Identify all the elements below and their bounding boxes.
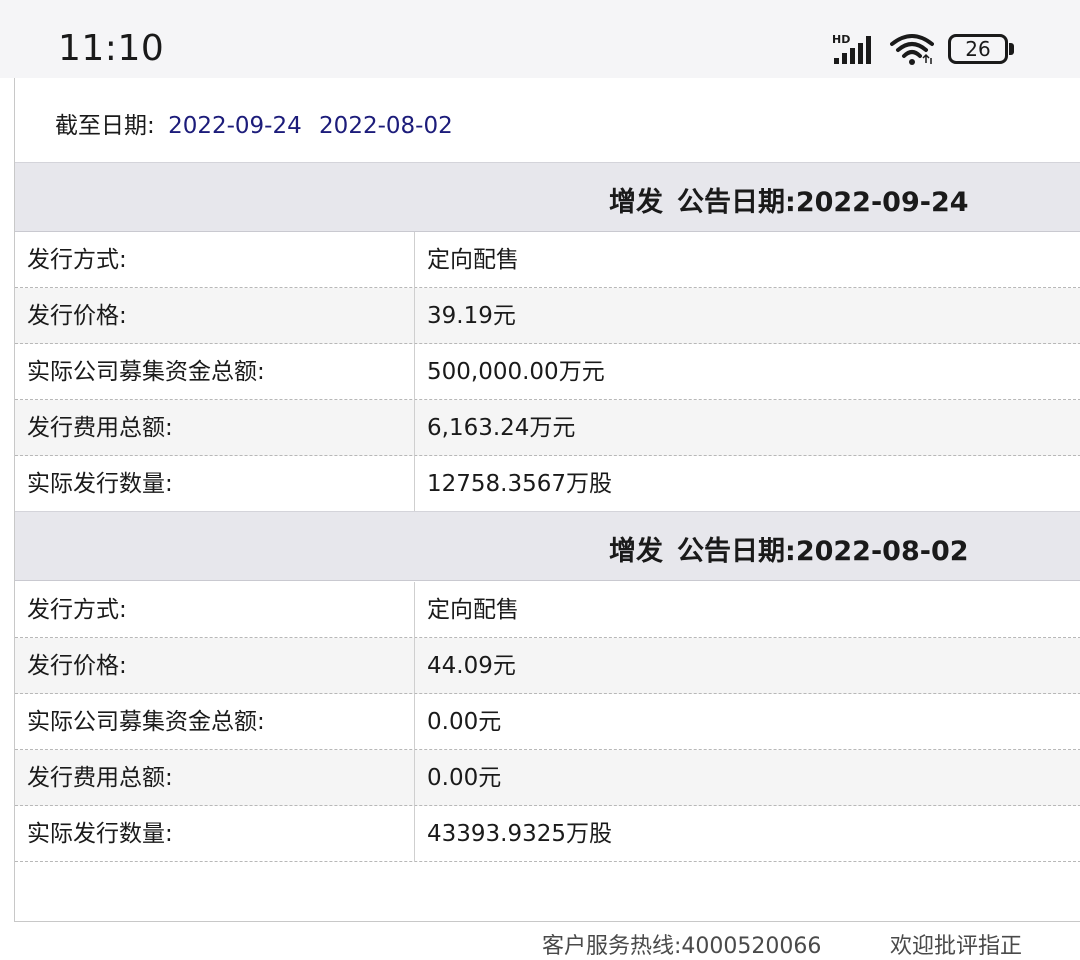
section-type: 增发	[609, 536, 663, 567]
section-date: 2022-09-24	[795, 187, 969, 218]
section-type: 增发	[609, 187, 663, 218]
status-time: 11:10	[58, 28, 165, 69]
row-value: 0.00元	[427, 709, 502, 735]
section-header: 增发 公告日期:2022-08-02	[15, 511, 1080, 581]
column-divider	[414, 400, 415, 455]
column-divider	[414, 582, 415, 637]
column-divider	[414, 456, 415, 511]
column-divider	[414, 288, 415, 343]
table-row: 实际公司募集资金总额: 0.00元	[15, 694, 1080, 750]
row-value: 39.19元	[427, 303, 516, 329]
row-value: 6,163.24万元	[427, 415, 576, 441]
wifi-icon	[890, 34, 934, 65]
issuance-panel: 截至日期: 2022-09-24 2022-08-02 增发 公告日期:2022-…	[14, 78, 1080, 922]
row-label: 发行价格:	[27, 653, 127, 679]
row-value: 定向配售	[427, 597, 519, 623]
section-date-label: 公告日期:	[677, 536, 796, 567]
row-label: 发行费用总额:	[27, 415, 173, 441]
table-row: 发行价格: 44.09元	[15, 638, 1080, 694]
cutoff-dates-row: 截至日期: 2022-09-24 2022-08-02	[55, 106, 463, 140]
section-title: 增发 公告日期:2022-09-24	[609, 180, 969, 219]
table-row: 发行费用总额: 6,163.24万元	[15, 400, 1080, 456]
hd-label: HD	[832, 33, 850, 46]
column-divider	[414, 344, 415, 399]
column-divider	[414, 232, 415, 287]
row-value: 500,000.00万元	[427, 359, 605, 385]
table-row: 发行方式: 定向配售	[15, 582, 1080, 638]
section-date: 2022-08-02	[795, 536, 969, 567]
row-value: 12758.3567万股	[427, 471, 613, 497]
battery-level: 26	[948, 34, 1008, 64]
row-label: 实际公司募集资金总额:	[27, 359, 265, 385]
row-label: 实际发行数量:	[27, 821, 173, 847]
table-row: 实际公司募集资金总额: 500,000.00万元	[15, 344, 1080, 400]
row-value: 43393.9325万股	[427, 821, 613, 847]
battery-icon: 26	[948, 34, 1014, 64]
date-link-2022-09-24[interactable]: 2022-09-24	[168, 113, 302, 139]
date-link-2022-08-02[interactable]: 2022-08-02	[319, 113, 453, 139]
row-label: 发行价格:	[27, 303, 127, 329]
hd-signal-icon: HD	[832, 33, 871, 64]
customer-hotline[interactable]: 客户服务热线:4000520066	[542, 928, 821, 960]
section-header: 增发 公告日期:2022-09-24	[15, 162, 1080, 232]
table-row: 发行方式: 定向配售	[15, 232, 1080, 288]
row-value: 0.00元	[427, 765, 502, 791]
cutoff-label: 截至日期:	[55, 113, 155, 139]
row-label: 实际发行数量:	[27, 471, 173, 497]
column-divider	[414, 638, 415, 693]
table-row: 实际发行数量: 12758.3567万股	[15, 456, 1080, 512]
feedback-link[interactable]: 欢迎批评指正	[890, 928, 1022, 960]
column-divider	[414, 750, 415, 805]
table-row: 发行费用总额: 0.00元	[15, 750, 1080, 806]
column-divider	[414, 694, 415, 749]
table-row: 发行价格: 39.19元	[15, 288, 1080, 344]
column-divider	[414, 806, 415, 861]
row-value: 定向配售	[427, 247, 519, 273]
status-bar: 11:10 HD 26	[0, 0, 1080, 78]
section-title: 增发 公告日期:2022-08-02	[609, 529, 969, 568]
row-label: 发行费用总额:	[27, 765, 173, 791]
row-value: 44.09元	[427, 653, 516, 679]
section-date-label: 公告日期:	[677, 187, 796, 218]
row-label: 发行方式:	[27, 247, 127, 273]
table-row: 实际发行数量: 43393.9325万股	[15, 806, 1080, 862]
row-label: 发行方式:	[27, 597, 127, 623]
battery-tip	[1009, 43, 1014, 55]
footer: 客户服务热线:4000520066 欢迎批评指正	[0, 922, 1080, 960]
row-label: 实际公司募集资金总额:	[27, 709, 265, 735]
